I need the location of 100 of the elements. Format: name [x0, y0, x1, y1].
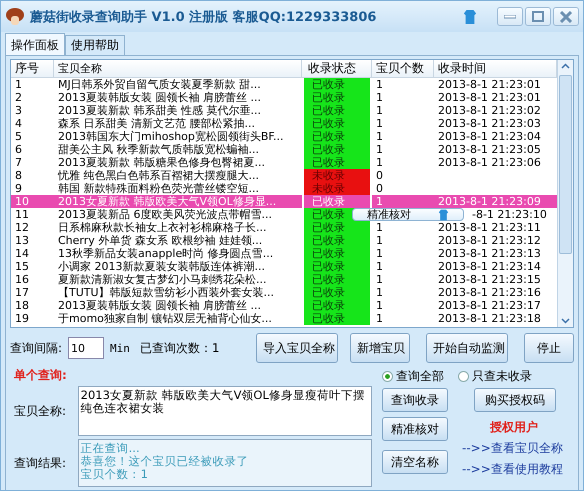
result-line: 恭喜您！这个宝贝已经被收录了	[80, 455, 250, 468]
row-number: 14	[14, 247, 30, 260]
maximize-button[interactable]	[525, 7, 551, 26]
time-cell: -8-1 21:23:10	[472, 208, 547, 221]
radio-option[interactable]: 查询全部	[382, 368, 444, 384]
tab[interactable]: 使用帮助	[65, 35, 125, 55]
verify-button[interactable]: 精准核对	[382, 417, 448, 441]
count-cell: 1	[376, 286, 383, 299]
status-cell: 已收录	[302, 234, 372, 247]
item-name[interactable]: 韩国 新款特殊面料粉色荧光蕾丝镂空短...	[54, 182, 302, 195]
count-cell: 1	[376, 104, 383, 117]
count-cell: 1	[376, 234, 383, 247]
item-name[interactable]: 忧雅 纯色黑白色韩系百褶裙大摆瘦腿大...	[54, 169, 302, 182]
link[interactable]: -->>查看宝贝全称	[462, 440, 574, 457]
window-title: 蘑菇街收录查询助手 V1.0 注册版 客服QQ:1229333806	[30, 8, 376, 26]
item-name[interactable]: 13秋季新品女装anapple时尚 修身圆点雪...	[54, 247, 302, 260]
count-cell: 1	[376, 143, 383, 156]
item-name[interactable]: 森系 日系甜美 清新文艺范 腰部松紧抽...	[54, 117, 302, 130]
time-cell: 2013-8-1 21:23:03	[438, 117, 541, 130]
row-number: 7	[14, 156, 23, 169]
item-name[interactable]: 于momo独家自制 镶钻双层无袖背心仙女...	[54, 312, 302, 325]
item-name[interactable]: 日系棉麻秋款长袖女上衣衬衫棉麻格子长...	[54, 221, 302, 234]
count-cell: 1	[376, 273, 383, 286]
item-name[interactable]: 2013夏装韩版女装 圆领长袖 肩膀蕾丝 ...	[54, 91, 302, 104]
item-name[interactable]: Cherry 外单货 森女系 欧根纱袖 娃娃领...	[54, 234, 302, 247]
close-button[interactable]	[553, 7, 579, 26]
action-button[interactable]: 导入宝贝全称	[256, 333, 338, 363]
section-heading: 单个查询:	[14, 367, 68, 383]
row-number: 11	[14, 208, 30, 221]
item-name[interactable]: 【TUTU】韩版短款雪纺衫小西装外套女装...	[54, 286, 302, 299]
item-name[interactable]: 2013夏装韩版女装 圆领长袖 肩膀蕾丝 ...	[54, 299, 302, 312]
status-cell: 已收录	[302, 104, 372, 117]
count-cell: 1	[376, 247, 383, 260]
time-cell: 2013-8-1 21:23:01	[438, 91, 541, 104]
row-number: 15	[14, 260, 30, 273]
row-number: 1	[14, 78, 23, 91]
count-cell: 1	[376, 117, 383, 130]
status-cell: 已收录	[302, 143, 372, 156]
status-cell: 已收录	[302, 286, 372, 299]
time-cell: 2013-8-1 21:23:12	[438, 234, 541, 247]
time-cell: 2013-8-1 21:23:18	[438, 312, 541, 325]
minimize-button[interactable]	[497, 7, 523, 26]
column-header[interactable]: 宝贝个数	[372, 60, 434, 77]
action-button[interactable]: 新增宝贝	[350, 333, 410, 363]
count-cell: 1	[376, 312, 383, 325]
count-cell: 1	[376, 78, 383, 91]
time-cell: 2013-8-1 21:23:13	[438, 247, 541, 260]
action-button[interactable]: 开始自动监测	[426, 333, 508, 363]
scrollbar[interactable]	[557, 60, 573, 327]
status-cell: 已收录	[302, 91, 372, 104]
query-button[interactable]: 查询收录	[382, 388, 448, 412]
name-label: 宝贝全称:	[13, 402, 68, 420]
item-name[interactable]: 2013夏装新款 韩系甜美 性感 莫代尔垂...	[54, 104, 302, 117]
time-cell: 2013-8-1 21:23:09	[438, 195, 541, 208]
status-cell: 已收录	[302, 156, 372, 169]
count-cell: 0	[376, 182, 383, 195]
time-cell: 2013-8-1 21:23:01	[438, 78, 541, 91]
interval-field[interactable]: 10	[68, 337, 104, 359]
link[interactable]: -->>查看使用教程	[462, 461, 574, 478]
item-name[interactable]: 2013夏装新品 6度欧美风荧光波点带帽雪...	[54, 208, 302, 221]
count-cell: 1	[376, 91, 383, 104]
status-cell: 未收录	[302, 182, 372, 195]
row-number: 8	[14, 169, 23, 182]
buy-button[interactable]: 购买授权码	[474, 388, 556, 412]
close-icon	[560, 10, 572, 22]
item-name[interactable]: 2013夏装新款 韩版糖果色修身包臀裙夏...	[54, 156, 302, 169]
item-name[interactable]: 2013韩国东大门mihoshop宽松圆领街头BF...	[54, 130, 302, 143]
count-cell: 1	[376, 221, 383, 234]
shirt-icon[interactable]	[463, 8, 477, 24]
column-header[interactable]: 收录状态	[302, 60, 372, 77]
status-cell: 已收录	[302, 247, 372, 260]
radio-option[interactable]: 只查未收录	[458, 368, 532, 384]
time-cell: 2013-8-1 21:23:15	[438, 273, 541, 286]
action-button[interactable]: 停止	[524, 333, 574, 363]
name-field[interactable]: 2013女夏新款 韩版欧美大气V领OL修身显瘦荷叶下摆纯色连衣裙女装	[78, 386, 372, 436]
status-cell: 已收录	[302, 221, 372, 234]
tab[interactable]: 操作面板	[5, 33, 65, 55]
shirt-icon	[438, 208, 450, 220]
count-cell: 1	[376, 195, 383, 208]
status-cell: 已收录	[302, 312, 372, 325]
scroll-thumb[interactable]	[559, 75, 572, 254]
row-number: 10	[14, 195, 30, 208]
clear-button[interactable]: 清空名称	[382, 450, 448, 474]
item-name[interactable]: 夏新款清新淑女复古梦幻小马刺绣花朵松...	[54, 273, 302, 286]
query-count: 已查询次数：1	[140, 340, 220, 356]
result-line: 正在查询...	[80, 442, 141, 455]
status-cell: 已收录	[302, 299, 372, 312]
time-cell: 2013-8-1 21:23:14	[438, 260, 541, 273]
item-name[interactable]: 小调家 2013新款夏装女装韩版连体裤潮...	[54, 260, 302, 273]
result-line: 宝贝个数：1	[80, 468, 149, 482]
time-cell: 2013-8-1 21:23:05	[438, 143, 541, 156]
time-cell: 2013-8-1 21:23:04	[438, 130, 541, 143]
row-number: 4	[14, 117, 23, 130]
item-name[interactable]: MJ日韩系外贸自留气质女装夏季新款 甜...	[54, 78, 302, 91]
mushroom-icon	[5, 6, 25, 26]
column-header[interactable]: 序号	[11, 60, 54, 77]
license-status: 授权用户	[488, 419, 539, 436]
time-cell: 2013-8-1 21:23:17	[438, 299, 541, 312]
column-header[interactable]: 宝贝全称	[54, 60, 302, 77]
item-name[interactable]: 甜美公主风 秋季新款气质韩版宽松蝙袖...	[54, 143, 302, 156]
